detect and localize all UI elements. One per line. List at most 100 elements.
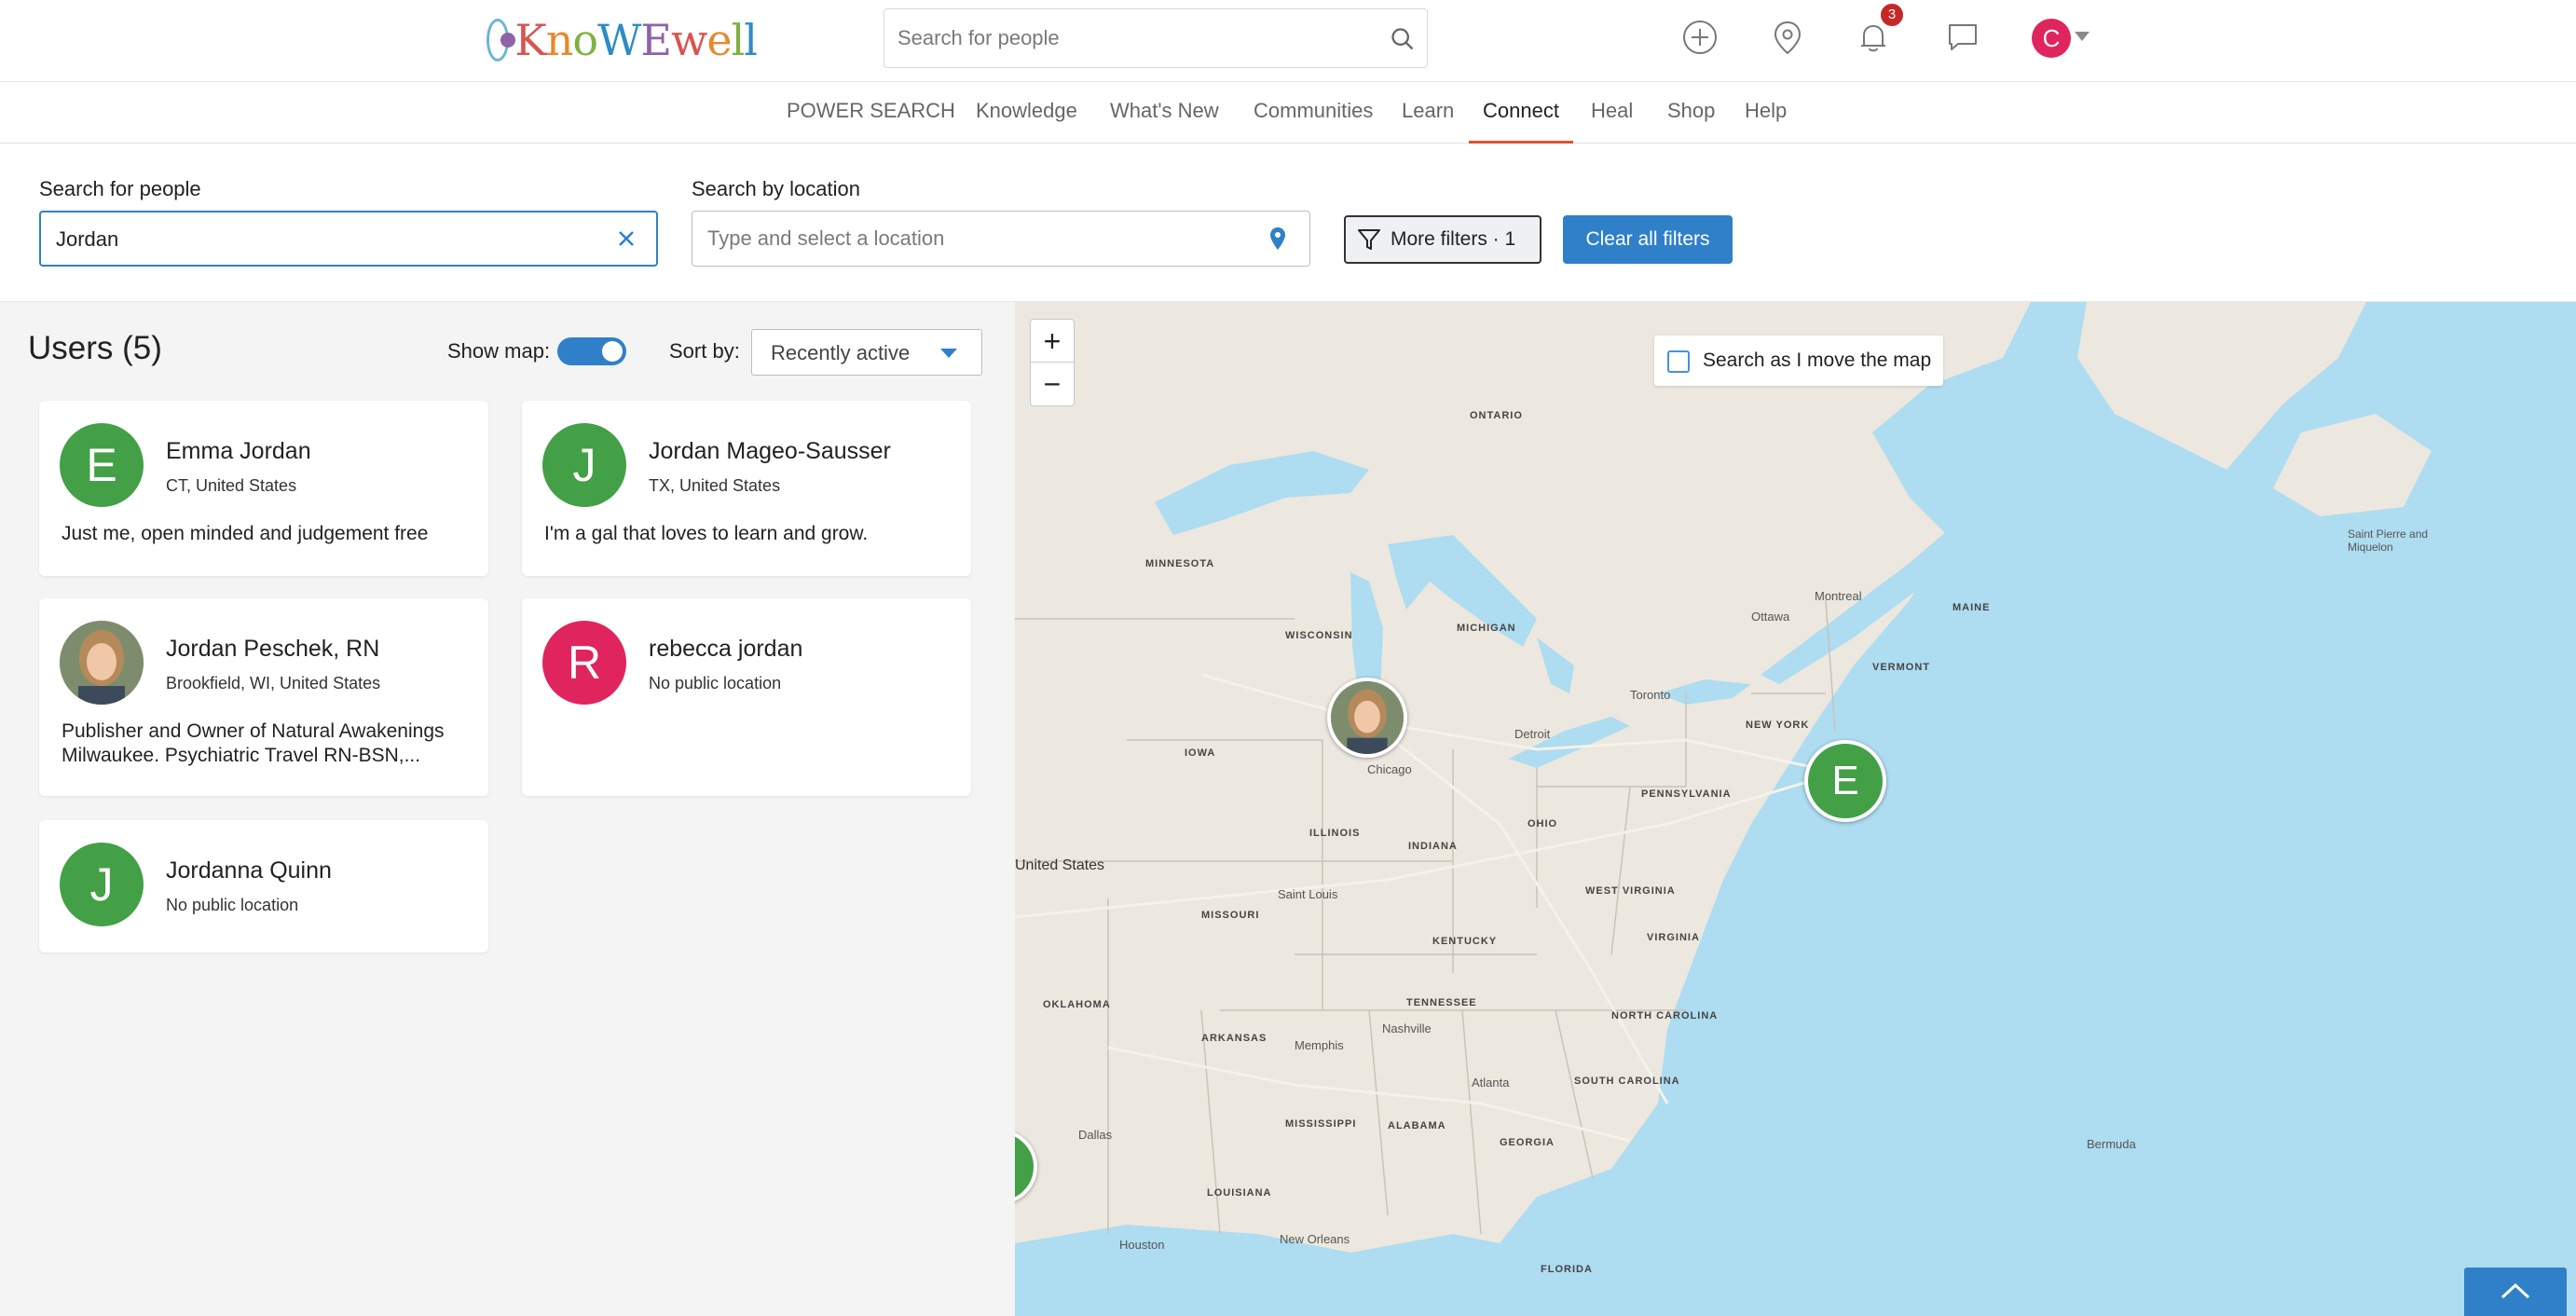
logo-emblem-icon	[486, 19, 516, 62]
map-label-south-carolina: SOUTH CAROLINA	[1574, 1076, 1680, 1087]
user-avatar: E	[60, 423, 144, 507]
top-header: KnoWEwell 3 C	[0, 0, 2576, 82]
nav-learn[interactable]: Learn	[1402, 97, 1454, 144]
user-card-emma-jordan[interactable]: E Emma Jordan CT, United States Just me,…	[39, 401, 488, 576]
chevron-down-icon[interactable]	[2075, 32, 2090, 41]
sort-select[interactable]: Recently active	[751, 329, 982, 376]
location-search-field	[692, 211, 1310, 267]
map-label-maine: MAINE	[1953, 602, 1991, 613]
nav-whats-new[interactable]: What's New	[1110, 97, 1219, 144]
location-search-input[interactable]	[707, 212, 1248, 266]
chat-icon[interactable]	[1944, 19, 1981, 56]
map-label-ohio: OHIO	[1528, 818, 1558, 829]
clear-all-filters-button[interactable]: Clear all filters	[1563, 215, 1733, 264]
map-label-minnesota: MINNESOTA	[1145, 558, 1215, 569]
user-card-rebecca-jordan[interactable]: R rebecca jordan No public location	[522, 598, 971, 796]
map-marker-jordan-peschek[interactable]	[1327, 678, 1407, 758]
nav-shop[interactable]: Shop	[1667, 97, 1715, 144]
sort-selected-value: Recently active	[771, 341, 911, 364]
people-search-input[interactable]	[56, 212, 596, 267]
user-avatar: R	[542, 621, 626, 705]
people-search-label: Search for people	[39, 177, 201, 200]
map-label-pennsylvania: PENNSYLVANIA	[1641, 788, 1732, 800]
filter-bar: Search for people Search by location Mor…	[0, 144, 2576, 302]
nav-connect[interactable]: Connect	[1469, 97, 1573, 144]
search-as-move-control[interactable]: Search as I move the map	[1654, 336, 1943, 386]
people-search-field	[39, 211, 658, 267]
user-location: Brookfield, WI, United States	[166, 674, 381, 692]
map-label-atlanta: Atlanta	[1472, 1076, 1510, 1090]
user-card-jordan-peschek[interactable]: Jordan Peschek, RN Brookfield, WI, Unite…	[39, 598, 488, 796]
show-map-label: Show map:	[447, 339, 551, 363]
more-filters-button[interactable]: More filters · 1	[1344, 215, 1541, 264]
map-label-mississippi: MISSISSIPPI	[1285, 1118, 1357, 1130]
map-marker-emma-jordan[interactable]: E	[1804, 740, 1886, 822]
nav-heal[interactable]: Heal	[1591, 97, 1633, 144]
map-label-new-orleans: New Orleans	[1280, 1232, 1350, 1246]
add-circle-icon[interactable]	[1681, 19, 1719, 56]
nav-communities[interactable]: Communities	[1254, 97, 1373, 144]
header-search-input[interactable]	[897, 9, 1382, 67]
map-label-dallas: Dallas	[1078, 1128, 1113, 1142]
user-name[interactable]: Emma Jordan	[166, 438, 311, 465]
filter-funnel-icon	[1358, 229, 1380, 250]
results-map[interactable]: ONTARIO MINNESOTA WISCONSIN MICHIGAN IOW…	[1015, 302, 2576, 1316]
zoom-in-button[interactable]: +	[1031, 320, 1074, 363]
nav-power-search[interactable]: POWER SEARCH	[787, 97, 955, 144]
map-label-iowa: IOWA	[1185, 747, 1216, 759]
user-card-jordan-mageo-sausser[interactable]: J Jordan Mageo-Sausser TX, United States…	[522, 401, 971, 576]
chevron-up-icon	[2501, 1282, 2530, 1299]
user-avatar[interactable]: C	[2032, 19, 2071, 58]
user-name[interactable]: rebecca jordan	[649, 636, 802, 663]
clear-input-icon[interactable]	[617, 229, 636, 248]
map-label-louisiana: LOUISIANA	[1207, 1187, 1272, 1199]
map-label-michigan: MICHIGAN	[1457, 623, 1516, 634]
user-location: CT, United States	[166, 476, 297, 495]
map-label-ottawa: Ottawa	[1751, 610, 1790, 624]
show-map-toggle[interactable]	[557, 337, 626, 365]
user-name[interactable]: Jordanna Quinn	[166, 857, 332, 884]
map-label-saint-louis: Saint Louis	[1278, 887, 1338, 901]
map-label-west-virginia: WEST VIRGINIA	[1585, 885, 1676, 897]
user-bio: I'm a gal that loves to learn and grow.	[544, 523, 869, 544]
profile-photo-icon	[1331, 681, 1404, 754]
nav-help[interactable]: Help	[1745, 97, 1787, 144]
map-label-illinois: ILLINOIS	[1309, 828, 1361, 839]
map-label-georgia: GEORGIA	[1500, 1137, 1555, 1148]
header-search-box	[884, 8, 1428, 68]
map-label-arkansas: ARKANSAS	[1201, 1033, 1267, 1044]
user-avatar: J	[542, 423, 626, 507]
map-label-alabama: ALABAMA	[1388, 1120, 1446, 1131]
zoom-out-button[interactable]: −	[1031, 363, 1074, 405]
map-label-vermont: VERMONT	[1872, 662, 1930, 673]
main-nav: POWER SEARCH Knowledge What's New Commun…	[0, 82, 2576, 144]
user-location: No public location	[649, 674, 782, 692]
user-name[interactable]: Jordan Mageo-Sausser	[649, 438, 891, 465]
user-bio: Publisher and Owner of Natural Awakening…	[62, 720, 445, 766]
map-pin-icon[interactable]	[1268, 226, 1287, 251]
nav-knowledge[interactable]: Knowledge	[976, 97, 1077, 144]
map-label-indiana: INDIANA	[1408, 841, 1458, 852]
search-as-move-label: Search as I move the map	[1703, 350, 1932, 371]
more-filters-label: More filters · 1	[1391, 228, 1516, 250]
location-pin-icon[interactable]	[1769, 19, 1806, 56]
map-label-virginia: VIRGINIA	[1647, 932, 1700, 943]
map-label-ontario: ONTARIO	[1470, 410, 1523, 421]
notification-count-badge: 3	[1881, 4, 1903, 26]
knowewell-logo[interactable]: KnoWEwell	[486, 13, 758, 67]
user-name[interactable]: Jordan Peschek, RN	[166, 636, 379, 663]
scroll-to-top-button[interactable]	[2464, 1268, 2567, 1316]
map-base-layer	[1015, 302, 2432, 1316]
map-label-oklahoma: OKLAHOMA	[1043, 999, 1111, 1010]
search-icon[interactable]	[1390, 26, 1416, 52]
map-label-toronto: Toronto	[1630, 688, 1671, 702]
map-label-chicago: Chicago	[1367, 762, 1412, 776]
search-as-move-checkbox[interactable]	[1667, 350, 1690, 373]
user-location: No public location	[166, 896, 299, 914]
map-label-bermuda: Bermuda	[2087, 1137, 2136, 1151]
profile-photo-icon	[60, 621, 144, 705]
user-avatar: J	[60, 843, 144, 926]
map-label-memphis: Memphis	[1295, 1038, 1344, 1052]
user-card-jordanna-quinn[interactable]: J Jordanna Quinn No public location	[39, 820, 488, 953]
map-label-saint-pierre: Saint Pierre and Miquelon	[2348, 528, 2429, 554]
